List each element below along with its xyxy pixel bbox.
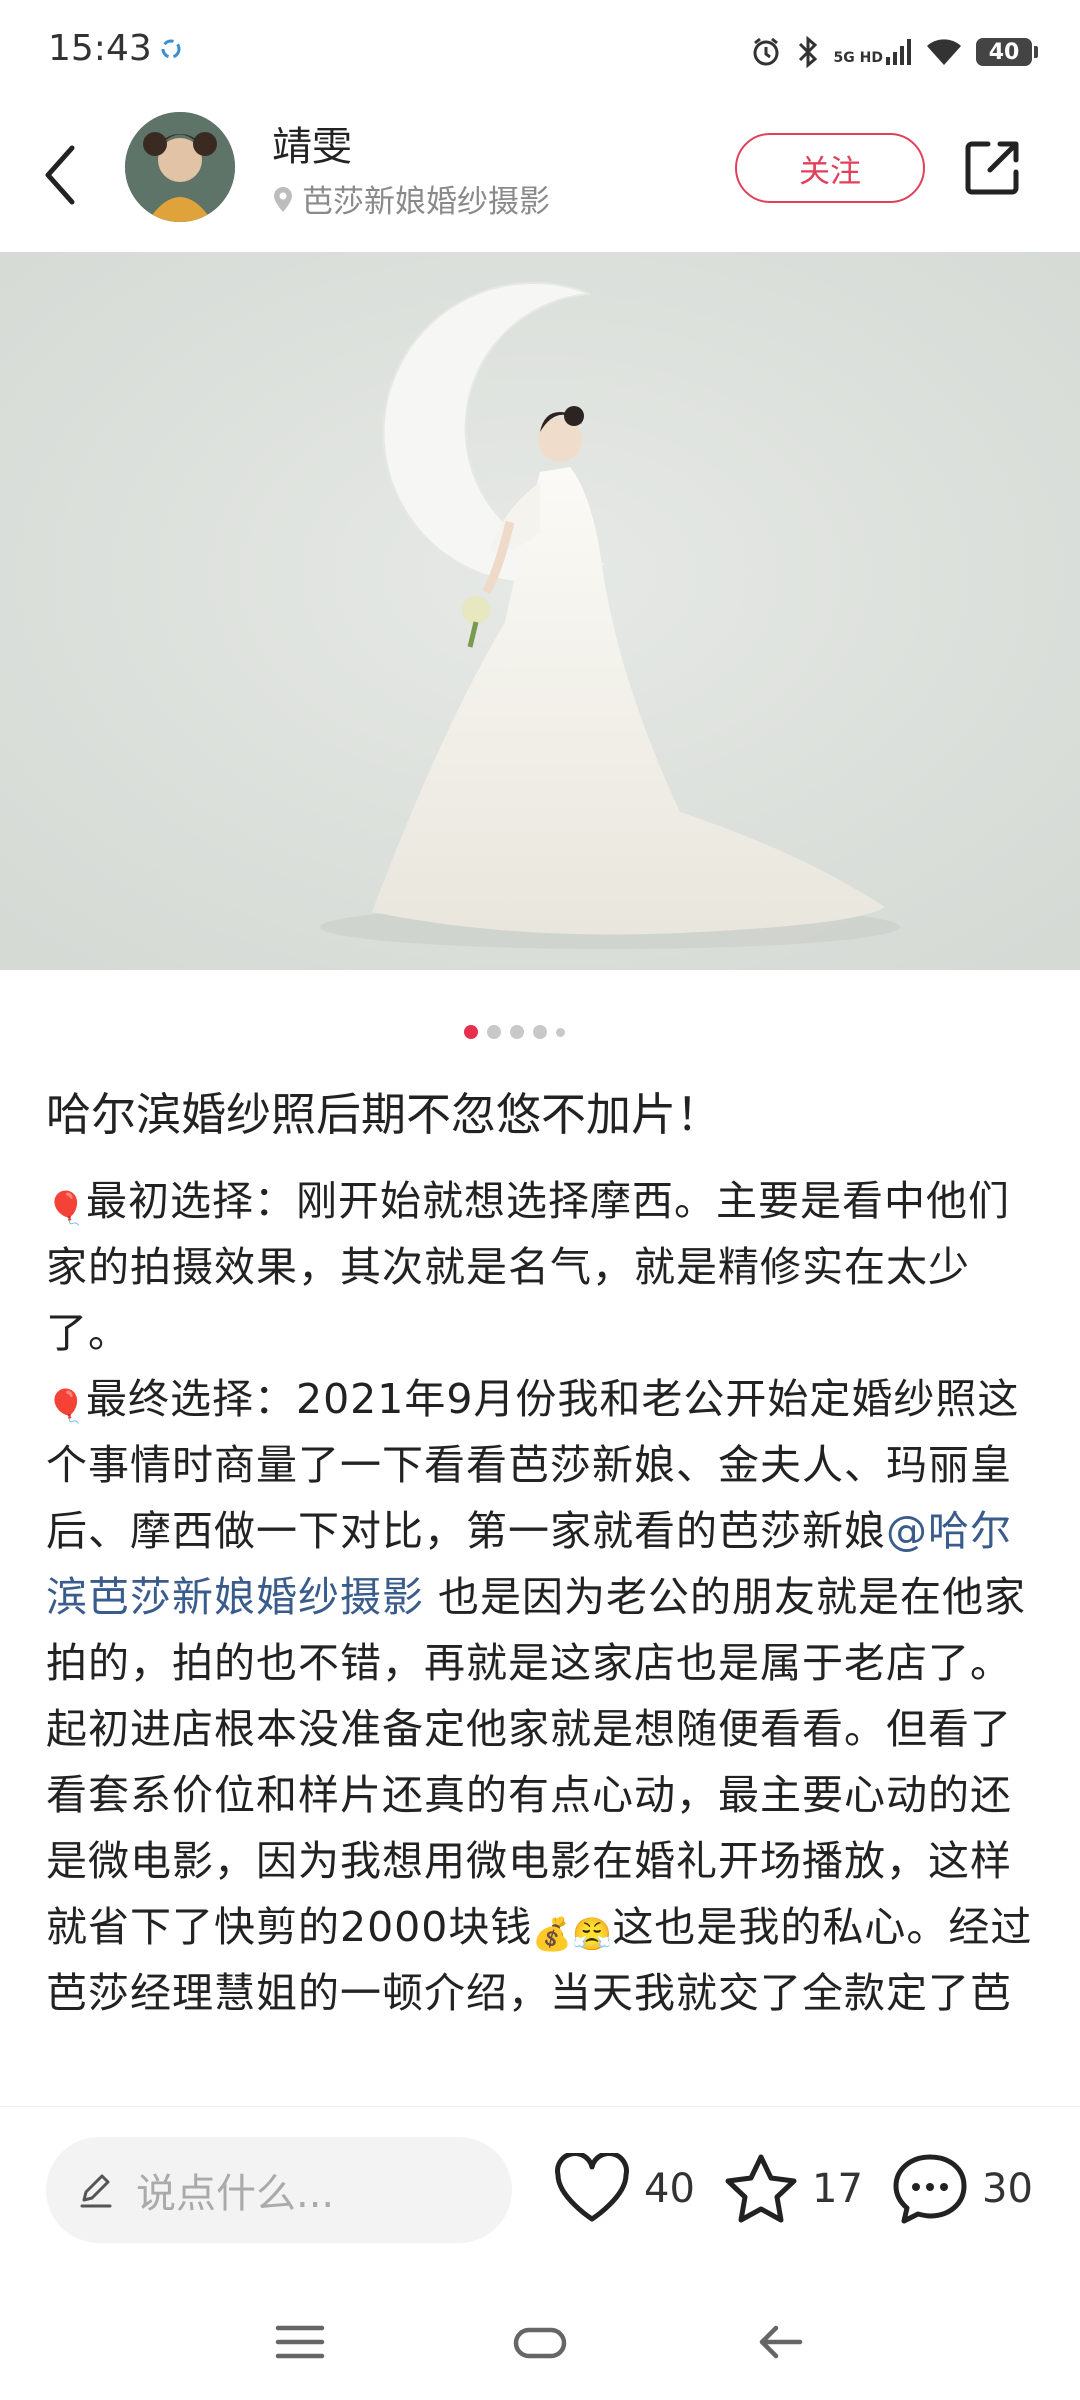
system-navigation-bar: [0, 2282, 1080, 2400]
chat-bubble-icon: [893, 2154, 967, 2224]
status-time: 15:43: [48, 28, 152, 69]
pencil-icon: [80, 2174, 112, 2208]
comment-count: 30: [982, 2166, 1033, 2212]
post-body: 🎈最初选择：刚开始就想选择摩西。主要是看中他们家的拍摄效果，其次就是名气，就是精…: [46, 1168, 1036, 2026]
comment-placeholder: 说点什么...: [136, 2171, 335, 2217]
carousel-dot: [463, 1025, 478, 1039]
money-bag-icon: 💰: [532, 1915, 574, 1953]
bluetooth-icon: [798, 35, 817, 69]
balloon-icon: 🎈: [46, 1189, 87, 1227]
signal-icon: [886, 39, 911, 65]
location-row[interactable]: 芭莎新娘婚纱摄影: [272, 176, 550, 221]
status-icons: 5G HD 40: [750, 30, 1038, 74]
wifi-icon: [927, 39, 961, 65]
favorite-count: 17: [812, 2166, 863, 2212]
post-title: 哈尔滨婚纱照后期不忽悠不加片！: [46, 1088, 722, 1141]
location-label: 芭莎新娘婚纱摄影: [302, 184, 550, 220]
carousel-dot: [532, 1025, 547, 1039]
post-header: 靖雯 芭莎新娘婚纱摄影 关注: [0, 100, 1080, 250]
star-icon: [725, 2154, 797, 2223]
home-icon[interactable]: [510, 2312, 570, 2372]
paragraph-text: 也是因为老公的朋友就是在他家拍的，拍的也不错，再就是这家店也是属于老店了。起初进…: [46, 1573, 1027, 1951]
like-count: 40: [644, 2166, 695, 2212]
carousel-dot: [509, 1025, 524, 1039]
alarm-icon: [753, 37, 779, 66]
carousel-indicator: [0, 1025, 1054, 1039]
heart-icon: [555, 2153, 629, 2222]
comment-button[interactable]: 30: [890, 2147, 1033, 2231]
nav-back-icon[interactable]: [750, 2312, 810, 2372]
like-button[interactable]: 40: [552, 2147, 695, 2231]
author-avatar[interactable]: [125, 112, 235, 222]
author-name[interactable]: 靖雯: [272, 114, 352, 172]
share-icon[interactable]: [960, 136, 1024, 200]
status-bar: 15:43 5G HD 40: [0, 0, 1080, 100]
back-arrow-icon[interactable]: [40, 140, 84, 210]
bottom-action-bar: 说点什么... 40 17 30: [0, 2106, 1080, 2282]
location-pin-icon: [274, 186, 292, 212]
signal-block: 5G HD: [834, 39, 912, 65]
favorite-button[interactable]: 17: [722, 2147, 863, 2231]
paragraph-text: 最终选择：2021年9月份我和老公开始定婚纱照这个事情时商量了一下看看芭莎新娘、…: [46, 1375, 1020, 1555]
menu-icon[interactable]: [270, 2312, 330, 2372]
network-type: 5G HD: [833, 50, 883, 66]
angry-face-icon: 😤: [572, 1915, 614, 1953]
post-image[interactable]: [0, 252, 1080, 970]
paragraph-final-choice: 🎈最终选择：2021年9月份我和老公开始定婚纱照这个事情时商量了一下看看芭莎新娘…: [46, 1366, 1036, 2026]
balloon-icon: 🎈: [46, 1387, 87, 1425]
carousel-dot: [555, 1027, 565, 1037]
battery-indicator: 40: [976, 38, 1038, 66]
sync-icon: [161, 39, 181, 59]
paragraph-initial-choice: 🎈最初选择：刚开始就想选择摩西。主要是看中他们家的拍摄效果，其次就是名气，就是精…: [46, 1168, 1036, 1366]
comment-input[interactable]: 说点什么...: [46, 2137, 512, 2243]
paragraph-text: 最初选择：刚开始就想选择摩西。主要是看中他们家的拍摄效果，其次就是名气，就是精修…: [46, 1177, 1010, 1357]
follow-button[interactable]: 关注: [735, 133, 925, 203]
carousel-dot: [486, 1025, 501, 1039]
